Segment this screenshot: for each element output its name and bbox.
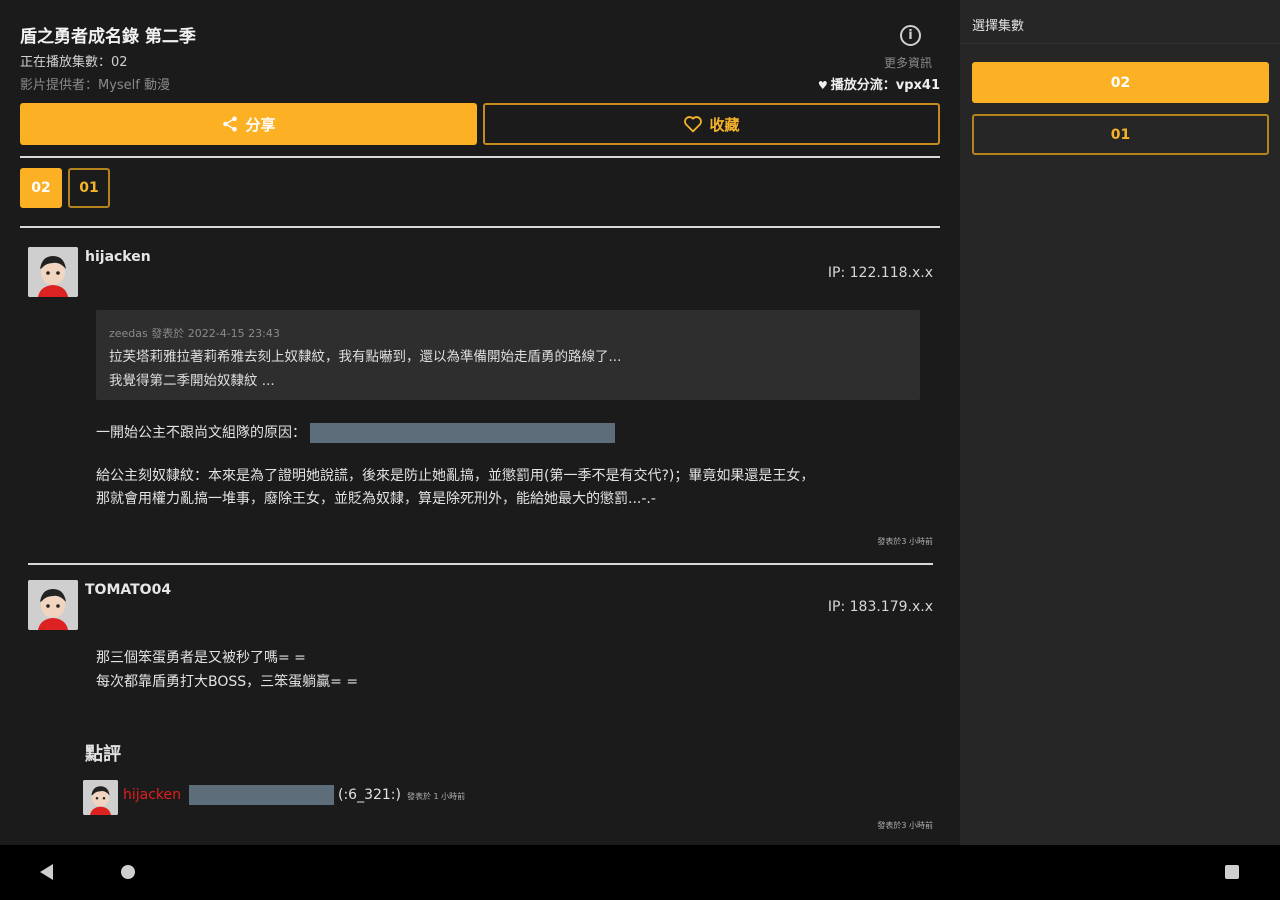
avatar-icon — [28, 580, 78, 630]
spoiler-block[interactable] — [310, 423, 615, 443]
quote-block: zeedas 發表於 2022-4-15 23:43 拉芙塔莉雅拉著莉希雅去刻上… — [96, 310, 920, 400]
comment-text: 每次都靠盾勇打大BOSS，三笨蛋躺贏= = — [96, 674, 359, 690]
avatar — [28, 247, 78, 297]
share-icon — [223, 116, 238, 132]
comment-ip: IP: 122.118.x.x — [827, 265, 933, 281]
play-category-selector[interactable]: ♥ 播放分流：vpx41 — [818, 74, 940, 93]
back-icon[interactable] — [40, 864, 53, 880]
comment-text: 一開始公主不跟尚文組隊的原因： — [96, 422, 615, 443]
sidebar-episode-01[interactable]: 01 — [972, 114, 1269, 155]
now-playing: 正在播放集數：02 — [20, 55, 128, 70]
comment-timestamp: 發表於3 小時前 — [877, 821, 933, 830]
comment-timestamp: 發表於3 小時前 — [877, 537, 933, 546]
main-panel: 盾之勇者成名錄 第二季 正在播放集數：02 影片提供者：Myself 動漫 i … — [0, 0, 960, 845]
avatar — [83, 780, 118, 815]
comment-text: 給公主刻奴隸紋：本來是為了證明她說謊，後來是防止她亂搞，並懲罰用(第一季不是有交… — [96, 468, 815, 484]
episode-button-01[interactable]: 01 — [68, 168, 110, 208]
favorite-button[interactable]: 收藏 — [483, 103, 940, 145]
more-info-link[interactable]: 更多資訊 — [884, 54, 932, 71]
avatar-icon — [83, 780, 118, 815]
episode-button-02[interactable]: 02 — [20, 168, 62, 208]
quote-text: 我覺得第二季開始奴隸紋 ... — [109, 373, 275, 389]
quote-meta: zeedas 發表於 2022-4-15 23:43 — [109, 327, 280, 340]
share-label: 分享 — [245, 115, 276, 134]
divider — [28, 563, 933, 565]
info-icon[interactable]: i — [900, 25, 921, 46]
comment-text: 那三個笨蛋勇者是又被秒了嗎= = — [96, 650, 306, 666]
favorite-label: 收藏 — [709, 115, 740, 134]
review-timestamp: 發表於 1 小時前 — [407, 792, 466, 801]
divider — [20, 226, 940, 228]
heart-icon: ♥ — [817, 79, 828, 92]
comment-username[interactable]: hijacken — [85, 249, 151, 265]
home-icon[interactable] — [121, 865, 135, 879]
comment-username[interactable]: TOMATO04 — [85, 582, 171, 598]
avatar-icon — [28, 247, 78, 297]
divider — [20, 156, 940, 158]
sidebar-title: 選擇集數 — [972, 19, 1025, 34]
comment-text: 那就會用權力亂搞一堆事，廢除王女，並貶為奴隸，算是除死刑外，能給她最大的懲罰..… — [96, 491, 656, 507]
share-button[interactable]: 分享 — [20, 103, 477, 145]
quote-text: 拉芙塔莉雅拉著莉希雅去刻上奴隸紋，我有點嚇到，還以為準備開始走盾勇的路線了... — [109, 349, 622, 365]
provider-text: 影片提供者：Myself 動漫 — [20, 78, 171, 93]
spoiler-block[interactable] — [189, 785, 334, 805]
divider — [960, 43, 1280, 44]
review-score: (:6_321:) — [338, 787, 401, 803]
recents-icon[interactable] — [1225, 865, 1239, 879]
comment-ip: IP: 183.179.x.x — [827, 599, 933, 615]
avatar — [28, 580, 78, 630]
play-category-label: 播放分流：vpx41 — [830, 78, 940, 93]
review-heading: 點評 — [85, 744, 121, 765]
review-username[interactable]: hijacken — [123, 787, 181, 803]
page-title: 盾之勇者成名錄 第二季 — [20, 27, 196, 47]
comment-text-line: 一開始公主不跟尚文組隊的原因： — [96, 425, 306, 441]
sidebar-episode-02[interactable]: 02 — [972, 62, 1269, 103]
system-nav-bar — [0, 845, 1280, 900]
heart-outline-icon — [684, 116, 703, 133]
